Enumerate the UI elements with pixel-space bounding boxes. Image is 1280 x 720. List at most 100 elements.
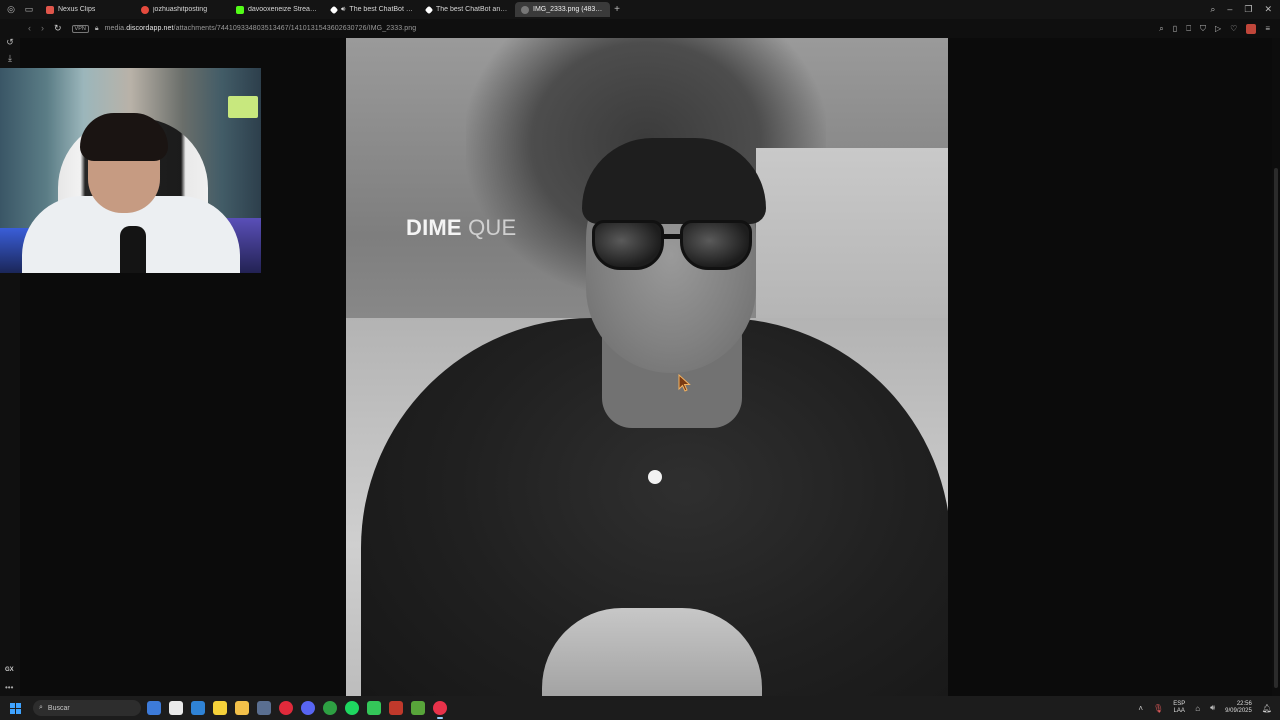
taskbar-app-icon[interactable] <box>257 701 271 715</box>
tab-favicon-icon <box>46 5 54 14</box>
tab-favicon-icon <box>424 5 434 14</box>
microphone-icon[interactable]: 🎙︎ <box>1153 704 1163 713</box>
kick-favicon-icon <box>236 5 244 14</box>
tab-0[interactable]: Nexus Clips <box>40 2 135 17</box>
tab-5[interactable]: IMG_2333.png (483×10 <box>515 2 610 17</box>
tab-title: The best ChatBot and Wi <box>436 6 509 13</box>
tab-favicon-icon <box>329 5 339 14</box>
heart-icon[interactable]: ♡ <box>1230 24 1237 33</box>
address-actions: ⌕ ▯ ⎕ ⛉ ▷ ♡ ≡ <box>1159 23 1280 34</box>
discord-icon[interactable] <box>301 701 315 715</box>
notifications-icon[interactable]: 🔔︎ <box>1262 704 1272 713</box>
url-field[interactable]: media.discordapp.net/attachments/7441093… <box>105 25 417 32</box>
taskbar-apps <box>147 701 447 719</box>
tab-3[interactable]: 🔊︎ The best ChatBot and <box>325 2 420 17</box>
close-icon[interactable]: ✕ <box>1264 4 1272 15</box>
speaker-icon[interactable]: 🔊︎ <box>341 6 345 14</box>
lock-icon[interactable]: 🔒︎ <box>95 25 99 33</box>
gx-label[interactable]: GX <box>5 667 14 673</box>
image-zipper <box>648 470 662 484</box>
window-controls: ⌕ – ❐ ✕ <box>1210 4 1280 15</box>
profile-avatar[interactable] <box>1246 23 1257 34</box>
webcam-shelf-sign <box>228 96 258 118</box>
language-indicator[interactable]: ESP LAA <box>1173 701 1185 715</box>
workspaces-icon[interactable]: ▭ <box>24 4 34 15</box>
glasses-bridge <box>662 234 682 239</box>
clock[interactable]: 22:56 9/09/2025 <box>1225 701 1252 715</box>
taskbar-search[interactable]: ⌕ Buscar <box>33 700 141 716</box>
volume-icon[interactable]: 🔊︎ <box>1210 703 1215 713</box>
right-lens <box>680 220 752 270</box>
back-icon[interactable]: ‹ <box>28 23 31 34</box>
flow-icon[interactable]: ▷ <box>1215 24 1221 33</box>
address-bar: ‹ › ↻ VPN 🔒︎ media.discordapp.net/attach… <box>20 19 1280 38</box>
caption-word-2: QUE <box>468 215 517 240</box>
webcam-microphone <box>120 226 146 273</box>
search-placeholder: Buscar <box>47 704 70 712</box>
tab-2[interactable]: davooxeneize Stream - W <box>230 2 325 17</box>
tab-title: Nexus Clips <box>58 6 96 13</box>
downloads-icon[interactable]: ⤓ <box>4 53 16 65</box>
mail-icon[interactable] <box>191 701 205 715</box>
vpn-badge[interactable]: VPN <box>71 24 89 33</box>
scrollbar-thumb[interactable] <box>1274 168 1278 688</box>
language-line-1: ESP <box>1173 701 1186 707</box>
webcam-hair <box>80 113 168 161</box>
tab-title: davooxeneize Stream - W <box>248 6 319 13</box>
tab-title: jozhuashitposting <box>153 6 208 13</box>
url-domain: discordapp.net <box>126 25 174 32</box>
clock-time: 22:56 <box>1236 701 1252 707</box>
zoom-icon[interactable]: ⌕ <box>1159 24 1163 34</box>
tab-4[interactable]: The best ChatBot and Wi <box>420 2 515 17</box>
mouse-cursor-icon <box>678 374 691 392</box>
clock-date: 9/09/2025 <box>1225 708 1252 714</box>
widgets-icon[interactable] <box>147 701 161 715</box>
file-explorer-icon[interactable] <box>235 701 249 715</box>
image-favicon-icon <box>521 5 529 14</box>
minimize-icon[interactable]: – <box>1227 4 1232 15</box>
xbox-icon[interactable] <box>323 701 337 715</box>
network-icon[interactable]: ⌂ <box>1195 704 1200 713</box>
search-icon: ⌕ <box>39 704 43 711</box>
tab-title: IMG_2333.png (483×10 <box>533 6 604 13</box>
url-prefix: media. <box>104 25 127 32</box>
easy-setup-icon[interactable]: ≡ <box>1265 24 1270 33</box>
image-caption: DIME QUE <box>406 215 516 241</box>
task-view-icon[interactable] <box>169 701 183 715</box>
history-icon[interactable]: ↺ <box>4 37 16 49</box>
opera-icon[interactable] <box>279 701 293 715</box>
forward-icon[interactable]: › <box>41 23 44 34</box>
image-sunglasses <box>592 220 754 272</box>
bookmark-icon[interactable]: ⎕ <box>1186 24 1191 34</box>
windows-start-icon[interactable] <box>10 702 21 714</box>
reload-icon[interactable]: ↻ <box>54 23 62 34</box>
taskbar: ⌕ Buscar ˄ 🎙︎ ESP LAA ⌂ 🔊︎ 22:56 9/09/2025… <box>0 696 1280 720</box>
sticky-notes-icon[interactable] <box>213 701 227 715</box>
caption-word-1: DIME <box>406 215 462 240</box>
snapshot-icon[interactable]: ▯ <box>1173 24 1177 33</box>
image-wall <box>756 148 948 318</box>
tray-chevron-icon[interactable]: ˄ <box>1138 704 1143 713</box>
tab-1[interactable]: jozhuashitposting <box>135 2 230 17</box>
news-app-icon[interactable] <box>389 701 403 715</box>
maximize-icon[interactable]: ❐ <box>1244 4 1252 15</box>
new-tab-button[interactable]: + <box>610 4 624 15</box>
more-icon[interactable]: ••• <box>5 683 13 692</box>
url-path: /attachments/744109334803513467/14101315… <box>173 25 417 32</box>
tab-bar-controls: ◎ ▭ <box>0 4 40 15</box>
minecraft-icon[interactable] <box>411 701 425 715</box>
tab-favicon-icon <box>141 5 149 14</box>
media-player-icon[interactable] <box>367 701 381 715</box>
nav-buttons: ‹ › ↻ <box>20 23 62 34</box>
system-tray: ˄ 🎙︎ ESP LAA ⌂ 🔊︎ 22:56 9/09/2025 🔔︎ <box>1138 701 1280 715</box>
tab-title: The best ChatBot and <box>349 6 414 13</box>
browser-menu-icon[interactable]: ◎ <box>6 4 16 15</box>
opera-gx-icon[interactable] <box>433 701 447 719</box>
page-scrollbar[interactable] <box>1272 38 1280 696</box>
language-line-2: LAA <box>1173 708 1185 714</box>
spotify-icon[interactable] <box>345 701 359 715</box>
main-image[interactable]: DIME QUE <box>346 38 948 696</box>
shield-icon[interactable]: ⛉ <box>1200 24 1206 34</box>
left-lens <box>592 220 664 270</box>
search-tabs-icon[interactable]: ⌕ <box>1210 4 1215 15</box>
